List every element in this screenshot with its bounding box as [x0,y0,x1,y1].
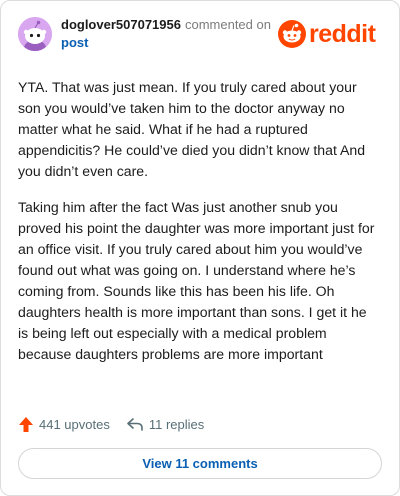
upvote-count: 441 upvotes [39,416,110,432]
post-link[interactable]: post [61,35,88,51]
commented-on-label: commented on [184,17,271,32]
reddit-snoo-icon [278,20,306,48]
comment-paragraph: Taking him after the fact Was just anoth… [18,199,375,362]
avatar[interactable] [18,17,52,51]
upvote-button[interactable]: 441 upvotes [18,416,110,433]
reply-count: 11 replies [148,416,205,432]
comment-actions: 441 upvotes 11 replies [18,414,204,434]
view-comments-button[interactable]: View 11 comments [18,448,382,479]
comment-body: YTA. That was just mean. If you truly ca… [18,77,380,380]
comment-header: doglover507071956 commented on [61,17,271,33]
comment-card: doglover507071956 commented on post reddi… [0,0,400,496]
reddit-logo[interactable]: reddit [278,19,388,49]
reply-arrow-icon [127,418,143,431]
reddit-wordmark: reddit [309,20,376,48]
upvote-arrow-icon [19,416,33,432]
replies-button[interactable]: 11 replies [126,417,204,432]
comment-paragraph: YTA. That was just mean. If you truly ca… [18,79,366,179]
username[interactable]: doglover507071956 [61,17,181,32]
snoo-avatar-icon [18,17,52,51]
